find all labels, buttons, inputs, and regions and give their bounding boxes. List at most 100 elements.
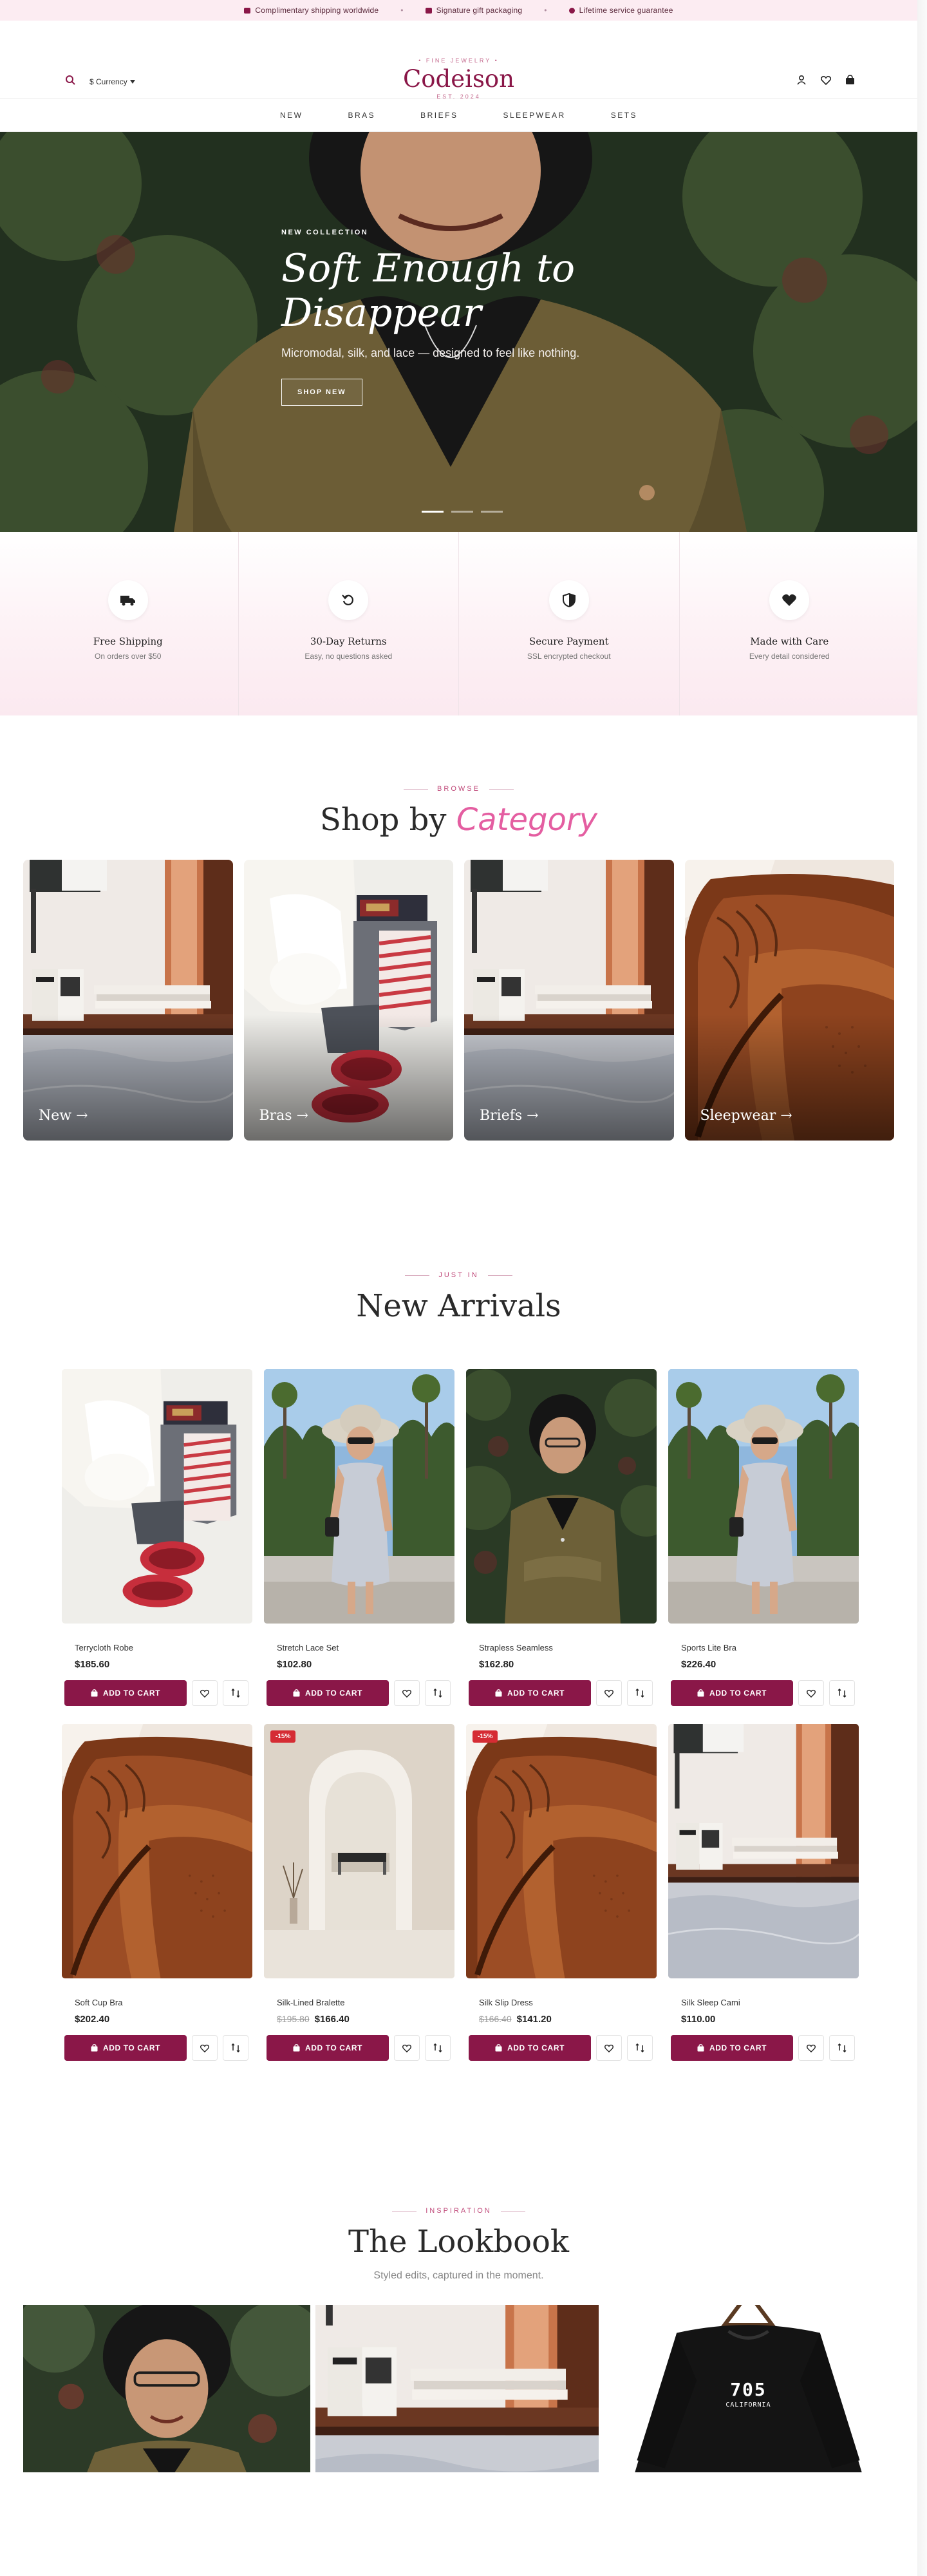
brand-name: Codeison (402, 65, 515, 93)
bag-icon (697, 1689, 704, 1697)
product-name[interactable]: Silk-Lined Bralette (277, 1998, 454, 2007)
product-price: $110.00 (681, 2014, 859, 2025)
product-card: Sports Lite Bra $226.40 ADD TO CART (668, 1369, 859, 1706)
category-card-new[interactable]: New → (23, 860, 233, 1141)
product-card: Terrycloth Robe $185.60 ADD TO CART (62, 1369, 252, 1706)
product-image[interactable]: -15% (466, 1724, 657, 1978)
heart-icon[interactable] (820, 75, 832, 88)
nav-item-bras[interactable]: BRAS (348, 111, 375, 120)
lookbook-image[interactable]: 705 CALIFORNIA (605, 2305, 892, 2472)
product-name[interactable]: Silk Slip Dress (479, 1998, 657, 2007)
carousel-dot[interactable] (451, 511, 473, 513)
product-name[interactable]: Silk Sleep Cami (681, 1998, 859, 2007)
nav-item-briefs[interactable]: BRIEFS (420, 111, 458, 120)
carousel-dots (422, 511, 503, 513)
feature-title: Secure Payment (529, 636, 609, 647)
return-icon (342, 594, 354, 605)
compare-button[interactable] (829, 1680, 855, 1706)
add-to-cart-button[interactable]: ADD TO CART (64, 2035, 187, 2061)
add-to-cart-button[interactable]: ADD TO CART (267, 2035, 389, 2061)
wishlist-button[interactable] (798, 2035, 824, 2061)
announcement-separator: • (400, 6, 404, 15)
bag-icon[interactable] (845, 75, 855, 88)
section-eyebrow: BROWSE (0, 785, 917, 793)
product-card: -15% Silk Slip Dress $166.40 $141.20 ADD TO … (466, 1724, 657, 2061)
product-image[interactable]: -15% (264, 1724, 454, 1978)
compare-button[interactable] (223, 2035, 248, 2061)
compare-button[interactable] (223, 1680, 248, 1706)
hero-content: NEW COLLECTION Soft Enough to Disappear … (281, 229, 590, 406)
add-to-cart-label: ADD TO CART (709, 2043, 767, 2052)
old-price: $166.40 (479, 2014, 512, 2024)
category-card-briefs[interactable]: Briefs → (464, 860, 674, 1141)
compare-button[interactable] (425, 2035, 451, 2061)
page: Complimentary shipping worldwide • Signa… (0, 0, 927, 2576)
nav-item-sleepwear[interactable]: SLEEPWEAR (503, 111, 565, 120)
lookbook-image[interactable] (315, 2305, 599, 2472)
add-to-cart-button[interactable]: ADD TO CART (469, 1680, 591, 1706)
product-image[interactable] (62, 1724, 252, 1978)
category-card-bras[interactable]: Bras → (243, 860, 453, 1141)
title-accent: Category (456, 802, 598, 838)
product-image[interactable] (62, 1369, 252, 1624)
product-actions: ADD TO CART (469, 2035, 657, 2061)
announcement-text: Signature gift packaging (436, 6, 523, 15)
wishlist-button[interactable] (192, 2035, 218, 2061)
add-to-cart-button[interactable]: ADD TO CART (64, 1680, 187, 1706)
category-card-sleepwear[interactable]: Sleepwear → (684, 860, 894, 1141)
logo[interactable]: • FINE JEWELRY • Codeison EST. 2024 (0, 57, 917, 100)
wishlist-button[interactable] (394, 1680, 420, 1706)
product-image[interactable] (668, 1369, 859, 1624)
compare-button[interactable] (627, 2035, 653, 2061)
hero-banner: NEW COLLECTION Soft Enough to Disappear … (0, 132, 917, 532)
product-name[interactable]: Strapless Seamless (479, 1643, 657, 1653)
shop-new-button[interactable]: SHOP NEW (281, 379, 362, 406)
compare-button[interactable] (627, 1680, 653, 1706)
add-to-cart-button[interactable]: ADD TO CART (267, 1680, 389, 1706)
eyebrow-text: JUST IN (438, 1271, 479, 1279)
compare-button[interactable] (829, 2035, 855, 2061)
product-actions: ADD TO CART (469, 1680, 657, 1706)
carousel-dot[interactable] (481, 511, 503, 513)
product-grid: Terrycloth Robe $185.60 ADD TO CART Stretch… (0, 1369, 917, 2061)
header-right (796, 75, 855, 88)
nav-item-new[interactable]: NEW (280, 111, 303, 120)
product-image[interactable] (264, 1369, 454, 1624)
shield-icon (562, 593, 576, 607)
wishlist-button[interactable] (798, 1680, 824, 1706)
product-actions: ADD TO CART (64, 2035, 252, 2061)
shirt-print-number: 705 (730, 2379, 767, 2400)
compare-button[interactable] (425, 1680, 451, 1706)
nav-item-sets[interactable]: SETS (611, 111, 637, 120)
product-name[interactable]: Terrycloth Robe (75, 1643, 252, 1653)
account-icon[interactable] (796, 75, 807, 88)
section-header: BROWSE Shop by Category (0, 785, 917, 838)
badge-icon (568, 7, 575, 14)
product-image[interactable] (466, 1369, 657, 1624)
scrollbar-track[interactable] (917, 0, 927, 2576)
current-price: $202.40 (75, 2014, 110, 2025)
current-price: $226.40 (681, 1659, 716, 1670)
wishlist-button[interactable] (394, 2035, 420, 2061)
section-title: New Arrivals (356, 1288, 561, 1324)
product-price: $195.80 $166.40 (277, 2014, 454, 2025)
add-to-cart-button[interactable]: ADD TO CART (671, 2035, 793, 2061)
gift-icon (425, 7, 432, 14)
wishlist-button[interactable] (596, 2035, 622, 2061)
wishlist-button[interactable] (192, 1680, 218, 1706)
carousel-dot[interactable] (422, 511, 444, 513)
heart-icon (807, 1689, 816, 1698)
heart-icon (807, 2044, 816, 2052)
truck-icon (120, 596, 135, 606)
product-name[interactable]: Soft Cup Bra (75, 1998, 252, 2007)
announcement-item: Lifetime service guarantee (568, 6, 673, 15)
add-to-cart-button[interactable]: ADD TO CART (671, 1680, 793, 1706)
add-to-cart-button[interactable]: ADD TO CART (469, 2035, 591, 2061)
product-name[interactable]: Sports Lite Bra (681, 1643, 859, 1653)
feature-strip: Free Shipping On orders over $50 30-Day … (0, 532, 917, 715)
lookbook-image[interactable] (23, 2305, 310, 2472)
wishlist-button[interactable] (596, 1680, 622, 1706)
product-image[interactable] (668, 1724, 859, 1978)
section-header: INSPIRATION The Lookbook Styled edits, c… (0, 2207, 917, 2282)
product-name[interactable]: Stretch Lace Set (277, 1643, 454, 1653)
